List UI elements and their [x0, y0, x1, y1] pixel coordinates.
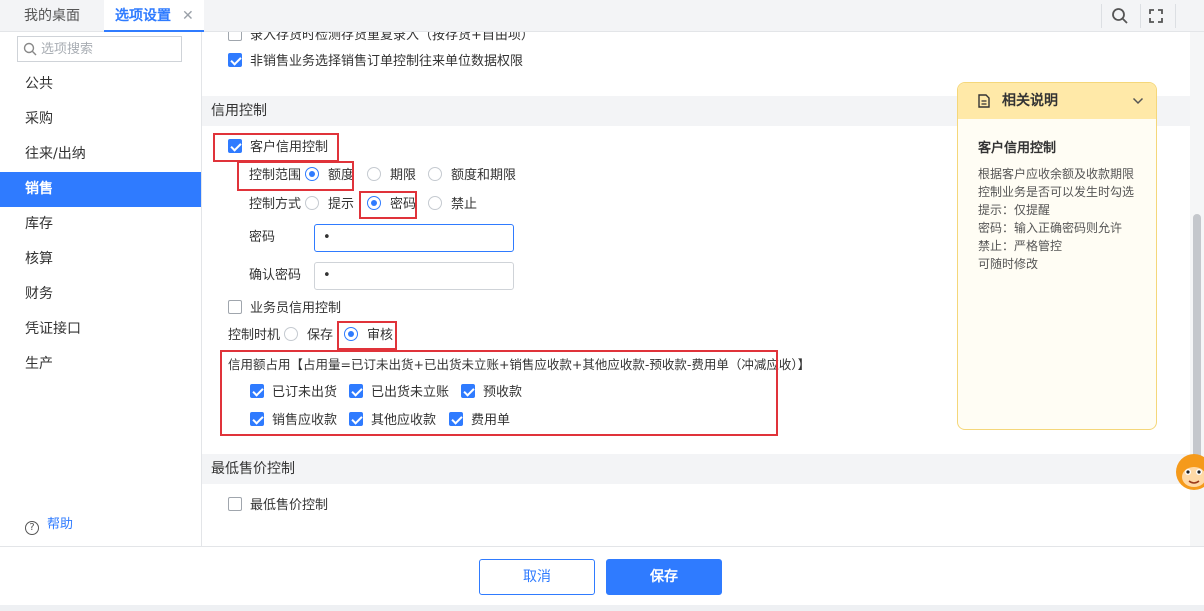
checkbox[interactable] — [228, 32, 242, 41]
option-min-price-control[interactable]: 最低售价控制 — [228, 496, 328, 516]
radio-method-prompt[interactable]: 提示 — [305, 195, 354, 215]
sidebar-item-sales[interactable]: 销售 — [0, 172, 201, 207]
bottom-strip — [0, 605, 1204, 611]
notes-line: 控制业务是否可以发生时勾选 — [978, 185, 1135, 199]
chevron-down-icon[interactable] — [1132, 95, 1144, 107]
highlight-box — [359, 191, 417, 219]
scrollbar-thumb[interactable] — [1193, 214, 1201, 476]
radio[interactable] — [367, 167, 381, 181]
radio-method-forbid[interactable]: 禁止 — [428, 195, 477, 215]
sidebar-item-voucher[interactable]: 凭证接口 — [0, 312, 201, 347]
sidebar-item-purchase[interactable]: 采购 — [0, 102, 201, 137]
option-duplicate-check[interactable]: 录入存货时检测存货重复录入（按存货+自由项） — [228, 32, 534, 46]
section-min-price: 最低售价控制 — [202, 454, 1190, 484]
sidebar-item-production[interactable]: 生产 — [0, 347, 201, 382]
notes-line: 禁止：严格管控 — [978, 239, 1063, 253]
tab-options-settings[interactable]: 选项设置 ✕ — [104, 0, 204, 32]
tab-bar: 我的桌面 选项设置 ✕ — [0, 0, 1204, 32]
related-notes-panel: 相关说明 客户信用控制 根据客户应收余额及收款期限 控制业务是否可以发生时勾选 … — [957, 82, 1157, 430]
radio[interactable] — [305, 196, 319, 210]
option-salesman-credit[interactable]: 业务员信用控制 — [228, 299, 341, 319]
notes-line: 根据客户应收余额及收款期限 — [978, 167, 1135, 181]
radio-scope-term[interactable]: 期限 — [367, 166, 416, 186]
highlight-box — [237, 161, 354, 191]
password-label: 密码 — [249, 230, 276, 245]
radio[interactable] — [428, 167, 442, 181]
help-label: 帮助 — [47, 517, 74, 532]
save-button[interactable]: 保存 — [606, 559, 722, 595]
highlight-box — [337, 321, 397, 350]
sidebar-item-costing[interactable]: 核算 — [0, 242, 201, 277]
checkbox[interactable] — [228, 300, 242, 314]
sidebar-item-accounts[interactable]: 往来/出纳 — [0, 137, 201, 172]
help-link[interactable]: ? 帮助 — [25, 515, 73, 535]
radio[interactable] — [284, 327, 298, 341]
checkbox[interactable] — [228, 53, 242, 67]
divider — [1140, 4, 1141, 28]
help-icon: ? — [25, 521, 39, 535]
notes-header-label: 相关说明 — [1002, 93, 1058, 109]
notes-line: 密码：输入正确密码则允许 — [978, 221, 1123, 235]
sidebar: 公共 采购 往来/出纳 销售 库存 核算 财务 凭证接口 生产 ? 帮助 — [0, 32, 202, 546]
control-timing-label: 控制时机 — [228, 328, 281, 343]
radio-scope-amount-and-term[interactable]: 额度和期限 — [428, 166, 516, 186]
radio-timing-save[interactable]: 保存 — [284, 326, 333, 346]
option-non-sales-permission[interactable]: 非销售业务选择销售订单控制往来单位数据权限 — [228, 52, 523, 72]
notes-header[interactable]: 相关说明 — [958, 83, 1156, 119]
notes-line: 提示：仅提醒 — [978, 203, 1051, 217]
footer: 取消 保存 — [0, 546, 1204, 611]
divider — [1101, 4, 1102, 28]
sidebar-item-inventory[interactable]: 库存 — [0, 207, 201, 242]
notes-title: 客户信用控制 — [978, 141, 1057, 156]
password-field[interactable]: • — [314, 224, 514, 252]
radio[interactable] — [428, 196, 442, 210]
search-box[interactable] — [17, 36, 182, 62]
tab-label: 选项设置 — [115, 8, 171, 24]
sidebar-item-public[interactable]: 公共 — [0, 67, 201, 102]
sidebar-item-finance[interactable]: 财务 — [0, 277, 201, 312]
confirm-password-field[interactable]: • — [314, 262, 514, 290]
tab-home[interactable]: 我的桌面 — [24, 0, 80, 32]
confirm-password-label: 确认密码 — [249, 268, 302, 283]
control-method-label: 控制方式 — [249, 197, 302, 212]
search-input[interactable] — [41, 40, 176, 58]
highlight-box — [213, 133, 339, 162]
fullscreen-icon[interactable] — [1146, 6, 1166, 26]
cancel-button[interactable]: 取消 — [479, 559, 595, 595]
search-icon — [23, 42, 37, 56]
mascot-icon[interactable] — [1172, 450, 1204, 500]
search-icon[interactable] — [1110, 6, 1130, 26]
checkbox[interactable] — [228, 497, 242, 511]
document-icon — [978, 94, 990, 108]
divider — [1175, 4, 1176, 28]
highlight-box — [220, 350, 778, 436]
notes-line: 可随时修改 — [978, 257, 1039, 271]
close-icon[interactable]: ✕ — [182, 0, 194, 32]
